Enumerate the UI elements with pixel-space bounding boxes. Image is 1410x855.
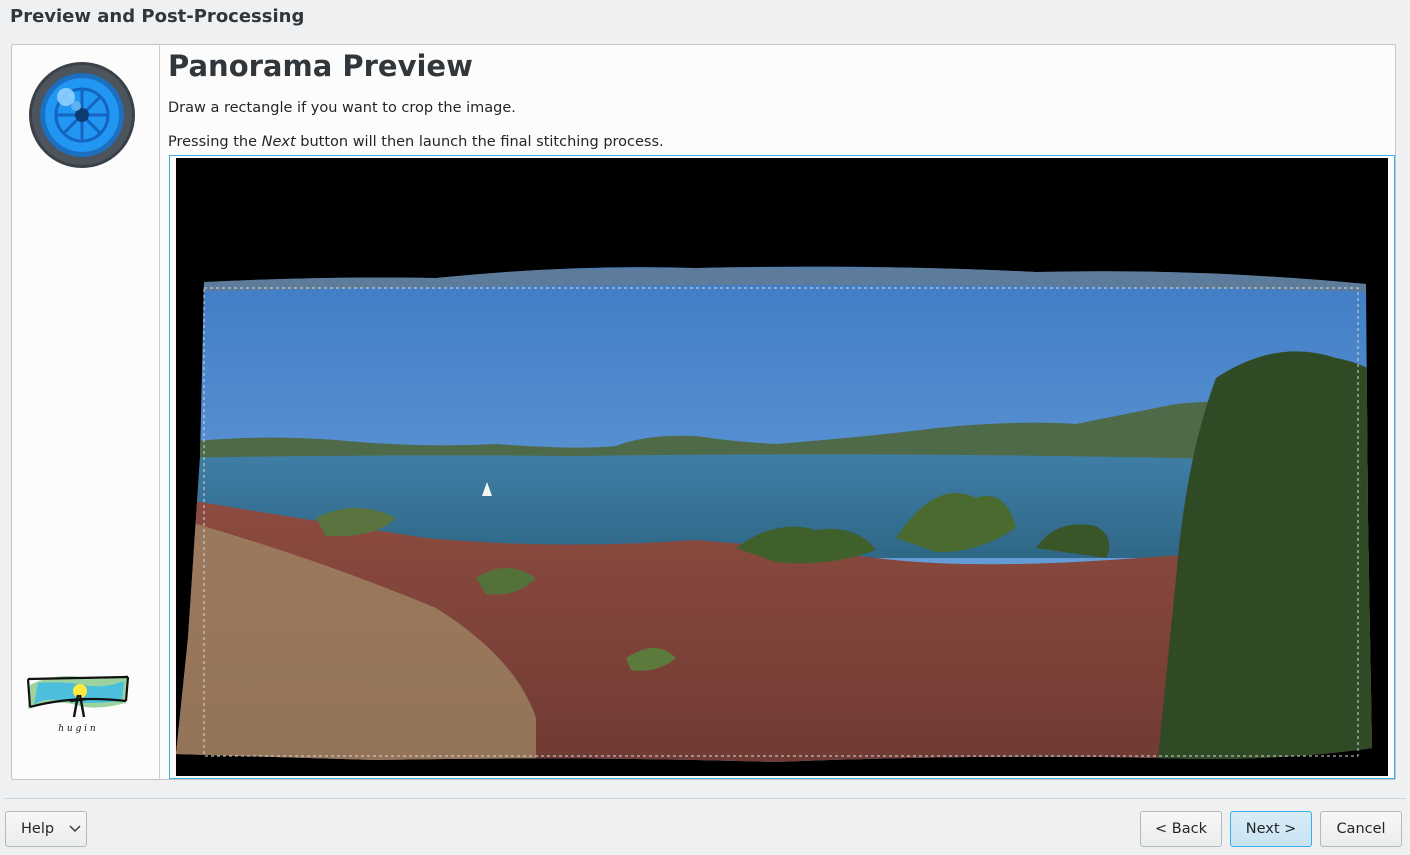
hugin-logo-text: h u g i n bbox=[58, 724, 96, 734]
instruction-next: Pressing the Next button will then launc… bbox=[168, 134, 664, 150]
hugin-logo: h u g i n bbox=[26, 675, 130, 734]
panorama-image[interactable] bbox=[176, 158, 1388, 776]
wizard-page-frame: h u g i n Panorama Preview Draw a rectan… bbox=[11, 44, 1396, 780]
help-button[interactable]: Help bbox=[5, 811, 87, 847]
cancel-button[interactable]: Cancel bbox=[1320, 811, 1402, 847]
instruction-next-post: button will then launch the final stitch… bbox=[295, 134, 664, 150]
instruction-next-emphasis: Next bbox=[261, 134, 296, 150]
next-button[interactable]: Next > bbox=[1230, 811, 1312, 847]
camera-lens-icon bbox=[29, 62, 135, 168]
panorama-canvas[interactable] bbox=[176, 158, 1388, 776]
panorama-preview-area[interactable] bbox=[169, 155, 1395, 779]
instruction-next-pre: Pressing the bbox=[168, 134, 262, 150]
back-button[interactable]: < Back bbox=[1140, 811, 1222, 847]
wizard-sidebar: h u g i n bbox=[12, 45, 160, 779]
chevron-down-icon bbox=[69, 825, 81, 832]
page-title: Panorama Preview bbox=[168, 49, 473, 83]
help-button-label: Help bbox=[21, 821, 55, 837]
instruction-crop: Draw a rectangle if you want to crop the… bbox=[168, 100, 516, 116]
window-title: Preview and Post-Processing bbox=[10, 6, 305, 27]
button-separator bbox=[4, 798, 1406, 799]
